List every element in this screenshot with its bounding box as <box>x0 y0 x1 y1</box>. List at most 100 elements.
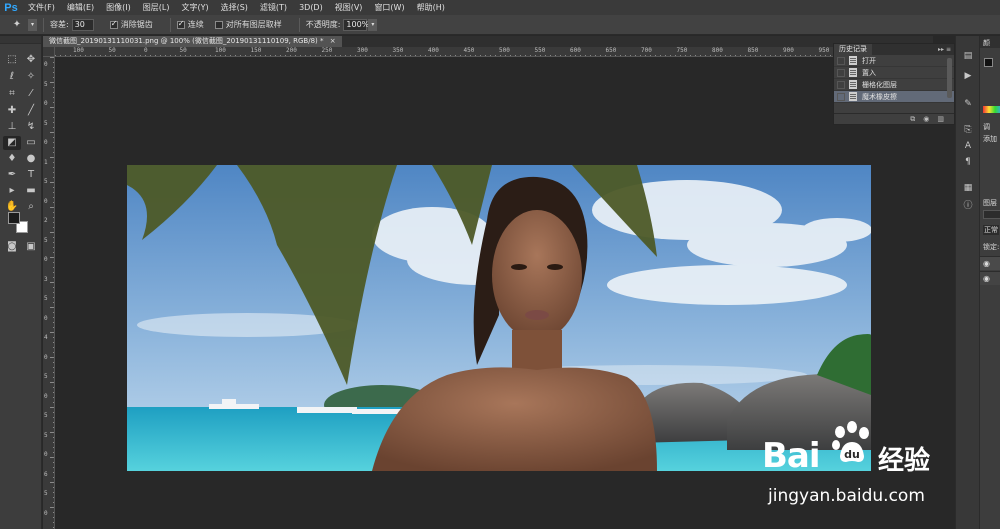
brush-icon[interactable]: ╱ <box>22 104 40 118</box>
history-item-label: 打开 <box>862 56 876 65</box>
pen-icon[interactable]: ✒ <box>3 168 21 182</box>
menu-window[interactable]: 窗口(W) <box>368 0 410 15</box>
history-item[interactable]: 置入 <box>834 67 954 79</box>
tolerance-input[interactable]: 30 <box>71 18 94 31</box>
ruler-label: 100 <box>73 47 84 54</box>
type-icon[interactable]: T <box>22 168 40 182</box>
ruler-label: 5 <box>44 373 48 380</box>
info-panel-icon[interactable]: ⓘ <box>960 198 976 211</box>
tolerance-label: 容差: <box>50 20 69 29</box>
eraser-icon[interactable]: ◩ <box>3 136 21 150</box>
brush-panel-icon[interactable]: ✎ <box>960 98 976 110</box>
color-panel-tab[interactable]: 颜 <box>983 38 990 48</box>
document-tab[interactable]: 微信截图_20190131110031.png @ 100% (微信截图_201… <box>43 36 342 47</box>
lasso-icon[interactable]: ℓ <box>3 70 21 84</box>
gradient-icon[interactable]: ▭ <box>22 136 40 150</box>
close-icon[interactable]: × <box>330 37 336 45</box>
properties-panel-icon[interactable]: ▦ <box>960 182 976 194</box>
actions-panel-icon[interactable]: ▶ <box>960 70 976 82</box>
healing-brush-icon[interactable]: ✚ <box>3 104 21 118</box>
menu-help[interactable]: 帮助(H) <box>411 0 451 15</box>
menu-filter[interactable]: 滤镜(T) <box>254 0 293 15</box>
watermark-brand-suffix: 经验 <box>878 446 931 476</box>
screen-mode-icon[interactable]: ▣ <box>22 240 40 254</box>
contiguous-label: 连续 <box>187 20 204 29</box>
history-item-selected[interactable]: 魔术橡皮擦 <box>834 91 954 103</box>
contiguous-checkbox[interactable] <box>176 19 185 29</box>
camera-icon[interactable]: ◉ <box>923 115 929 123</box>
tab-history[interactable]: 历史记录 <box>834 44 872 55</box>
menu-image[interactable]: 图像(I) <box>100 0 137 15</box>
layers-panel-tab[interactable]: 图层 <box>983 198 997 208</box>
eyedropper-icon[interactable]: ⁄ <box>22 87 40 101</box>
antialias-checkbox[interactable] <box>109 19 118 29</box>
opacity-input[interactable]: 100% <box>343 18 369 31</box>
path-select-icon[interactable]: ▸ <box>3 184 21 198</box>
clone-source-icon[interactable]: ⎘ <box>960 124 976 136</box>
adjustments-panel-tab[interactable]: 调 <box>983 122 990 132</box>
shape-icon[interactable]: ▬ <box>22 184 40 198</box>
ruler-label: 150 <box>250 47 262 54</box>
ruler-top[interactable]: 100 50 0 50 100 150 200 250 300 350 400 450 500 550 60… <box>55 47 933 57</box>
snapshot-source-box[interactable] <box>837 92 845 101</box>
dodge-icon[interactable]: ● <box>22 152 40 166</box>
move-icon[interactable]: ✥ <box>22 53 40 67</box>
panel-menu-icon[interactable]: ▸▸ ≡ <box>938 46 954 53</box>
history-item[interactable]: 打开 <box>834 55 954 67</box>
sample-all-layers-checkbox[interactable] <box>214 20 223 29</box>
layer-search-field[interactable] <box>983 210 1000 219</box>
history-item[interactable]: 栅格化图层 <box>834 79 954 91</box>
marquee-icon[interactable]: ⬚ <box>3 53 21 67</box>
character-panel-icon[interactable]: A <box>960 140 976 152</box>
history-panel-icon[interactable]: ▤ <box>960 50 976 62</box>
tool-preset-dropdown[interactable]: ▾ <box>28 18 37 31</box>
history-item-label: 置入 <box>862 68 876 77</box>
stamp-icon[interactable]: ⊥ <box>3 120 21 134</box>
trash-icon[interactable]: ▥ <box>937 115 944 123</box>
menu-type[interactable]: 文字(Y) <box>175 0 214 15</box>
sample-all-layers-label: 对所有图层取样 <box>225 20 282 29</box>
eye-icon[interactable]: ◉ <box>983 274 990 283</box>
history-item-label: 魔术橡皮擦 <box>862 92 897 101</box>
ruler-label: 300 <box>357 47 368 54</box>
layer-row[interactable]: ◉ <box>980 256 1000 270</box>
menu-view[interactable]: 视图(V) <box>329 0 369 15</box>
magic-wand-tool-icon[interactable]: ✧ <box>22 70 40 84</box>
ruler-left[interactable]: 0 5 0 5 0 1 5 0 2 5 0 3 5 0 4 0 5 0 5 5 0 6 5 0 <box>43 57 55 529</box>
history-scrollbar[interactable] <box>947 58 952 98</box>
blend-mode-select[interactable]: 正常 <box>983 225 999 235</box>
menu-edit[interactable]: 编辑(E) <box>61 0 100 15</box>
opacity-dropdown[interactable]: ▾ <box>368 18 378 31</box>
watermark-brand: Bai <box>762 436 821 476</box>
ruler-label: 6 <box>44 470 48 478</box>
layer-row[interactable]: ◉ <box>980 271 1000 285</box>
blur-icon[interactable]: ♦ <box>3 152 21 166</box>
menu-file[interactable]: 文件(F) <box>22 0 61 15</box>
color-swatch[interactable] <box>984 58 993 67</box>
quick-mask-icon[interactable]: ◙ <box>3 240 21 254</box>
color-ramp[interactable] <box>983 106 1000 113</box>
snapshot-source-box[interactable] <box>837 68 845 77</box>
ruler-label: 800 <box>712 47 723 54</box>
history-brush-icon[interactable]: ↯ <box>22 120 40 134</box>
paragraph-panel-icon[interactable]: ¶ <box>960 156 976 168</box>
menu-select[interactable]: 选择(S) <box>215 0 254 15</box>
snapshot-source-box[interactable] <box>837 56 845 65</box>
ruler-label: 50 <box>108 47 116 54</box>
menu-layer[interactable]: 图层(L) <box>137 0 176 15</box>
eye-icon[interactable]: ◉ <box>983 259 990 268</box>
crop-icon[interactable]: ⌗ <box>3 87 21 101</box>
ruler-label: 0 <box>44 100 48 107</box>
ruler-label: 0 <box>44 61 48 68</box>
foreground-color-swatch[interactable] <box>8 212 20 224</box>
new-document-from-state-icon[interactable]: ⧉ <box>910 115 915 124</box>
ruler-label: 0 <box>44 314 48 322</box>
zoom-icon[interactable]: ⌕ <box>22 200 40 214</box>
toolbox-grip[interactable] <box>0 36 41 44</box>
menu-3d[interactable]: 3D(D) <box>293 0 329 15</box>
options-separator <box>43 17 44 32</box>
document-image[interactable] <box>127 165 871 471</box>
snapshot-source-box[interactable] <box>837 80 845 89</box>
antialias-label: 消除锯齿 <box>120 20 153 29</box>
magic-wand-icon[interactable]: ✦ <box>6 18 28 32</box>
